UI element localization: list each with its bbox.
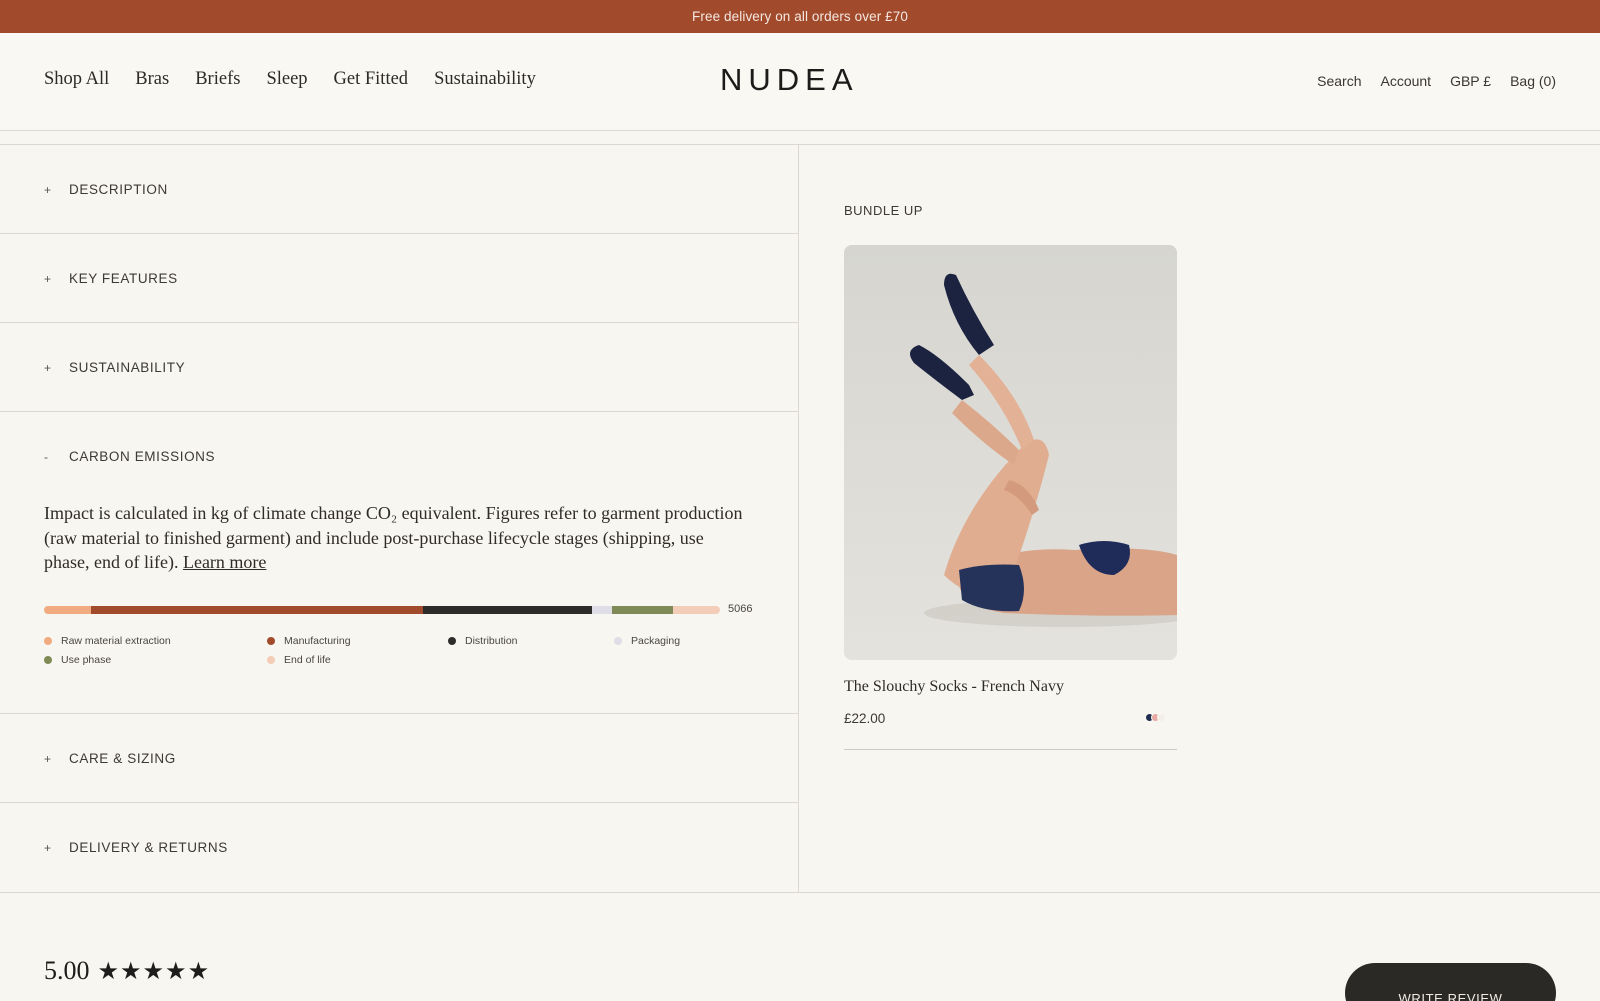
plus-icon: + <box>44 182 52 197</box>
accordion-label: CARBON EMISSIONS <box>69 449 216 464</box>
product-photo <box>844 245 1177 660</box>
divider <box>0 892 1600 893</box>
emissions-segment <box>591 606 612 614</box>
emissions-segment <box>672 606 720 614</box>
product-name[interactable]: The Slouchy Socks - French Navy <box>844 678 1064 696</box>
legend-packaging: Packaging <box>614 635 680 647</box>
accordion-toggle-carbon-emissions[interactable]: - CARBON EMISSIONS <box>44 449 215 464</box>
announcement-text: Free delivery on all orders over £70 <box>692 9 908 24</box>
emissions-segment <box>44 606 92 614</box>
legend-label: End of life <box>284 654 331 666</box>
nav-shop-all[interactable]: Shop All <box>44 69 109 90</box>
emissions-segment <box>611 606 673 614</box>
nav-briefs[interactable]: Briefs <box>195 69 240 90</box>
product-image[interactable] <box>844 245 1177 660</box>
site-header: Shop All Bras Briefs Sleep Get Fitted Su… <box>0 33 1600 131</box>
review-summary: 5.00 ★★★★★ <box>44 956 210 986</box>
accordion-label: CARE & SIZING <box>69 751 176 766</box>
search-link[interactable]: Search <box>1317 73 1361 89</box>
accordion-toggle-sustainability[interactable]: + SUSTAINABILITY <box>44 360 185 375</box>
emissions-segment <box>91 606 423 614</box>
accordion-sustainability: + SUSTAINABILITY <box>0 323 799 412</box>
learn-more-link[interactable]: Learn more <box>183 552 266 572</box>
nav-sustainability[interactable]: Sustainability <box>434 69 536 90</box>
legend-label: Distribution <box>465 635 518 647</box>
accordion-label: SUSTAINABILITY <box>69 360 186 375</box>
main-nav: Shop All Bras Briefs Sleep Get Fitted Su… <box>44 69 536 90</box>
product-details-accordion: + DESCRIPTION + KEY FEATURES + SUSTAINAB… <box>0 145 799 892</box>
legend-manufacturing: Manufacturing <box>267 635 351 647</box>
currency-selector[interactable]: GBP £ <box>1450 73 1491 89</box>
nav-sleep[interactable]: Sleep <box>266 69 307 90</box>
carbon-description: Impact is calculated in kg of climate ch… <box>44 501 744 575</box>
legend-dot <box>448 637 456 645</box>
review-score: 5.00 <box>44 956 90 985</box>
legend-label: Manufacturing <box>284 635 351 647</box>
legend-label: Raw material extraction <box>61 635 171 647</box>
legend-raw-material: Raw material extraction <box>44 635 171 647</box>
divider <box>844 749 1177 750</box>
color-swatches <box>1145 713 1166 722</box>
emissions-segment <box>422 606 592 614</box>
site-logo[interactable]: NUDEA <box>720 62 859 98</box>
account-link[interactable]: Account <box>1380 73 1431 89</box>
accordion-care-sizing: + CARE & SIZING <box>0 714 799 803</box>
product-price: £22.00 <box>844 711 886 726</box>
plus-icon: + <box>44 360 52 375</box>
legend-dot <box>267 656 275 664</box>
write-review-button[interactable]: WRITE REVIEW <box>1345 963 1556 1001</box>
legend-dot <box>614 637 622 645</box>
write-review-label: WRITE REVIEW <box>1398 991 1503 1001</box>
carbon-text: Impact is calculated in kg of climate ch… <box>44 503 743 572</box>
nav-bras[interactable]: Bras <box>135 69 169 90</box>
legend-dot <box>44 656 52 664</box>
accordion-toggle-description[interactable]: + DESCRIPTION <box>44 182 168 197</box>
nav-get-fitted[interactable]: Get Fitted <box>334 69 409 90</box>
accordion-label: DESCRIPTION <box>69 182 168 197</box>
utility-nav: Search Account GBP £ Bag (0) <box>1317 73 1556 89</box>
accordion-toggle-care-sizing[interactable]: + CARE & SIZING <box>44 751 176 766</box>
emissions-total: 5066 <box>728 603 753 615</box>
announcement-bar: Free delivery on all orders over £70 <box>0 0 1600 33</box>
legend-use-phase: Use phase <box>44 654 111 666</box>
accordion-label: KEY FEATURES <box>69 271 178 286</box>
plus-icon: + <box>44 751 52 766</box>
accordion-toggle-key-features[interactable]: + KEY FEATURES <box>44 271 178 286</box>
legend-dot <box>267 637 275 645</box>
minus-icon: - <box>44 449 49 464</box>
legend-label: Packaging <box>631 635 681 647</box>
plus-icon: + <box>44 271 52 286</box>
accordion-toggle-delivery-returns[interactable]: + DELIVERY & RETURNS <box>44 840 228 855</box>
star-rating-icon: ★★★★★ <box>97 958 211 985</box>
accordion-key-features: + KEY FEATURES <box>0 234 799 323</box>
legend-label: Use phase <box>61 654 112 666</box>
plus-icon: + <box>44 840 52 855</box>
legend-end-of-life: End of life <box>267 654 331 666</box>
accordion-description: + DESCRIPTION <box>0 145 799 234</box>
bundle-title: BUNDLE UP <box>844 203 923 218</box>
legend-dot <box>44 637 52 645</box>
legend-distribution: Distribution <box>448 635 518 647</box>
accordion-delivery-returns: + DELIVERY & RETURNS <box>0 803 799 892</box>
swatch-cream[interactable] <box>1157 713 1166 722</box>
bag-link[interactable]: Bag (0) <box>1510 73 1556 89</box>
emissions-bar <box>44 606 720 614</box>
accordion-label: DELIVERY & RETURNS <box>69 840 228 855</box>
